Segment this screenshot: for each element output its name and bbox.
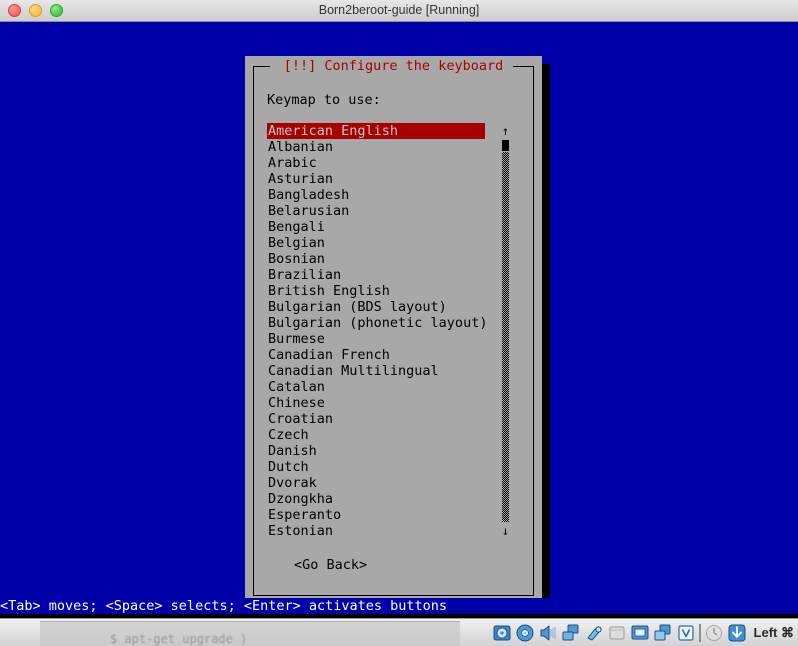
list-item[interactable]: Belarusian [267, 203, 485, 219]
list-item[interactable]: Bangladesh [267, 187, 485, 203]
scrollbar-track[interactable] [502, 152, 509, 522]
window-titlebar: Born2beroot-guide [Running] [0, 0, 798, 22]
list-item[interactable]: Bulgarian (BDS layout) [267, 299, 485, 315]
remote-desktop-icon[interactable] [653, 623, 673, 643]
list-item[interactable]: Bengali [267, 219, 485, 235]
statusbar-divider [698, 624, 701, 642]
scrollbar-thumb[interactable] [502, 140, 509, 151]
list-item[interactable]: Dvorak [267, 475, 485, 491]
statusbar-icons: Left ⌘ [492, 621, 794, 645]
hard-disk-icon[interactable] [492, 623, 512, 643]
optical-disk-icon[interactable] [515, 623, 535, 643]
list-item[interactable]: Croatian [267, 411, 485, 427]
usb-icon[interactable] [584, 623, 604, 643]
host-key-icon[interactable] [727, 623, 747, 643]
audio-icon[interactable] [538, 623, 558, 643]
console-hint-line: <Tab> moves; <Space> selects; <Enter> ac… [0, 598, 798, 614]
go-back-button[interactable]: <Go Back> [294, 557, 367, 573]
display-icon[interactable] [630, 623, 650, 643]
list-item[interactable]: American English [267, 123, 485, 139]
scroll-down-arrow-icon[interactable]: ↓ [500, 523, 511, 539]
list-item[interactable]: Dzongkha [267, 491, 485, 507]
network-icon[interactable] [561, 623, 581, 643]
list-item[interactable]: Chinese [267, 395, 485, 411]
list-item[interactable]: Burmese [267, 331, 485, 347]
background-window[interactable] [40, 621, 460, 646]
list-item[interactable]: Canadian French [267, 347, 485, 363]
virtualbox-window: Born2beroot-guide [Running] [!!] Configu… [0, 0, 798, 646]
list-item[interactable]: Canadian Multilingual [267, 363, 485, 379]
list-item[interactable]: Bosnian [267, 251, 485, 267]
recording-icon[interactable] [676, 623, 696, 643]
list-item[interactable]: British English [267, 283, 485, 299]
window-title: Born2beroot-guide [Running] [318, 3, 480, 17]
list-item[interactable]: Dutch [267, 459, 485, 475]
dialog-title: [!!] Configure the keyboard [283, 58, 504, 74]
list-item[interactable]: Arabic [267, 155, 485, 171]
keymap-prompt: Keymap to use: [267, 92, 381, 108]
keymap-list[interactable]: American English Albanian Arabic Asturia… [267, 123, 487, 539]
background-window-text: $ apt-get upgrade ) [110, 632, 248, 646]
list-item[interactable]: Asturian [267, 171, 485, 187]
list-item[interactable]: Bulgarian (phonetic layout) [267, 315, 487, 331]
list-item[interactable]: Belgian [267, 235, 485, 251]
list-item[interactable]: Albanian [267, 139, 485, 155]
list-item[interactable]: Catalan [267, 379, 485, 395]
host-key-label: Left ⌘ [753, 625, 794, 640]
list-item[interactable]: Brazilian [267, 267, 485, 283]
mouse-integration-icon[interactable] [704, 623, 724, 643]
shared-folders-icon[interactable] [607, 623, 627, 643]
list-item[interactable]: Estonian [267, 523, 485, 539]
keymap-scrollbar[interactable]: ↑ ↓ [500, 123, 511, 539]
scroll-up-arrow-icon[interactable]: ↑ [500, 123, 511, 139]
list-item[interactable]: Danish [267, 443, 485, 459]
list-item[interactable]: Czech [267, 427, 485, 443]
vm-screen: [!!] Configure the keyboard Keymap to us… [0, 22, 798, 618]
list-item[interactable]: Esperanto [267, 507, 485, 523]
